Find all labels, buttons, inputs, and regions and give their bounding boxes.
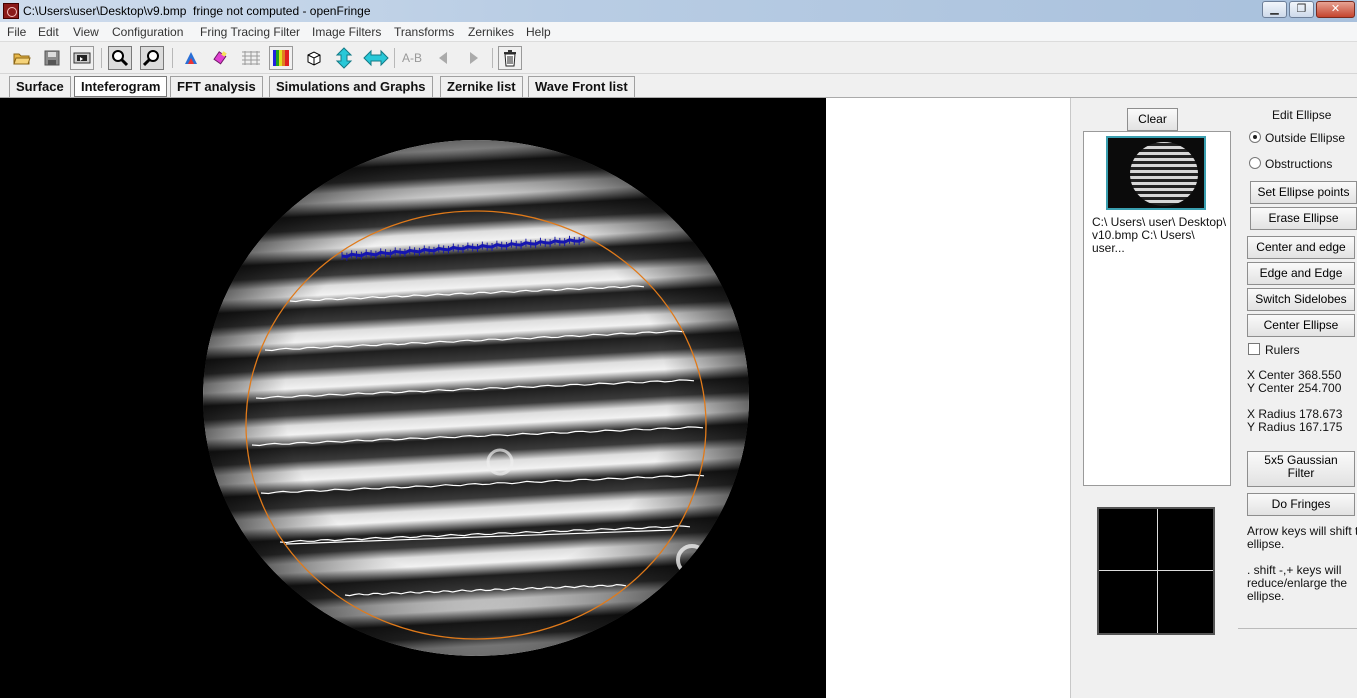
horizontal-arrow-icon[interactable] [362, 46, 390, 70]
obstructions-radio[interactable] [1249, 157, 1261, 169]
vertical-arrow-icon[interactable] [332, 46, 356, 70]
zoom-preview [1097, 507, 1215, 635]
x-radius-label: X Radius [1247, 407, 1296, 421]
x-center-value: 368.550 [1298, 368, 1342, 382]
tab-zernike-list[interactable]: Zernike list [440, 76, 523, 97]
image-list-text: C:\ Users\ user\ Desktop\ v10.bmp C:\ Us… [1092, 215, 1227, 255]
minimize-button[interactable]: ▁ [1262, 1, 1287, 18]
switch-sidelobes-button[interactable]: Switch Sidelobes [1247, 288, 1355, 311]
outside-ellipse-radio[interactable] [1249, 131, 1261, 143]
center-and-edge-button[interactable]: Center and edge [1247, 236, 1355, 259]
y-radius-label: Y Radius [1247, 420, 1296, 434]
shift-keys-hint: . shift -,+ keys will reduce/enlarge the… [1247, 563, 1348, 603]
clear-button[interactable]: Clear [1127, 108, 1178, 131]
menu-image-filters[interactable]: Image Filters [312, 25, 381, 39]
y-center-value: 254.700 [1298, 381, 1342, 395]
edit-ellipse-title: Edit Ellipse [1272, 108, 1332, 122]
back-arrow-icon[interactable] [431, 46, 455, 70]
menu-view[interactable]: View [73, 25, 99, 39]
zoom-out-icon[interactable] [140, 46, 164, 70]
rulers-label: Rulers [1265, 343, 1300, 357]
x-center-label: X Center [1247, 368, 1295, 382]
toolbar: A-B [0, 42, 1357, 74]
title-bar: C:\Users\user\Desktop\v9.bmp fringe not … [0, 0, 1357, 22]
menu-configuration[interactable]: Configuration [112, 25, 183, 39]
gaussian-filter-button[interactable]: 5x5 Gaussian Filter [1247, 451, 1355, 487]
edge-and-edge-button[interactable]: Edge and Edge [1247, 262, 1355, 285]
tab-wave-front-list[interactable]: Wave Front list [528, 76, 635, 97]
image-list[interactable]: C:\ Users\ user\ Desktop\ v10.bmp C:\ Us… [1083, 131, 1231, 486]
obstructions-label: Obstructions [1265, 157, 1333, 171]
maximize-button[interactable]: ❐ [1289, 1, 1314, 18]
set-ellipse-points-button[interactable]: Set Ellipse points [1250, 181, 1357, 204]
cube-icon[interactable] [302, 46, 326, 70]
menu-zernikes[interactable]: Zernikes [468, 25, 514, 39]
trash-icon[interactable] [498, 46, 522, 70]
arrow-keys-hint: Arrow keys will shift the ellipse. [1247, 524, 1357, 551]
close-button[interactable]: ✕ [1316, 1, 1355, 18]
erase-ellipse-button[interactable]: Erase Ellipse [1250, 207, 1357, 230]
center-ellipse-button[interactable]: Center Ellipse [1247, 314, 1355, 337]
print-icon[interactable] [70, 46, 94, 70]
save-icon[interactable] [40, 46, 64, 70]
image-thumbnail[interactable] [1106, 136, 1206, 210]
window-title: C:\Users\user\Desktop\v9.bmp fringe not … [23, 4, 371, 18]
interferogram-canvas[interactable] [0, 98, 826, 698]
image-whitespace [826, 98, 1070, 698]
menu-bar: File Edit View Configuration Fring Traci… [0, 22, 1357, 42]
zoom-in-icon[interactable] [108, 46, 132, 70]
menu-transforms[interactable]: Transforms [394, 25, 454, 39]
do-fringes-button[interactable]: Do Fringes [1247, 493, 1355, 516]
x-radius-value: 178.673 [1299, 407, 1343, 421]
fringe-disk [203, 140, 749, 656]
tab-simulations-and-graphs[interactable]: Simulations and Graphs [269, 76, 433, 97]
app-icon [3, 3, 19, 19]
ab-label: A-B [401, 51, 422, 65]
forward-arrow-icon[interactable] [462, 46, 486, 70]
ab-compare-icon[interactable]: A-B [399, 46, 425, 70]
tab-fft-analysis[interactable]: FFT analysis [170, 76, 263, 97]
menu-help[interactable]: Help [526, 25, 551, 39]
menu-edit[interactable]: Edit [38, 25, 59, 39]
open-folder-icon[interactable] [10, 46, 34, 70]
color-bars-icon[interactable] [269, 46, 293, 70]
menu-fring-tracing-filter[interactable]: Fring Tracing Filter [200, 25, 300, 39]
y-radius-value: 167.175 [1299, 420, 1343, 434]
outside-ellipse-label: Outside Ellipse [1265, 131, 1346, 145]
rulers-checkbox[interactable] [1248, 343, 1260, 355]
eraser-icon[interactable] [209, 46, 233, 70]
paint-icon[interactable] [179, 46, 203, 70]
tab-bar: Surface Inteferogram FFT analysis Simula… [0, 74, 1357, 98]
grid-icon[interactable] [239, 46, 263, 70]
tab-surface[interactable]: Surface [9, 76, 71, 97]
y-center-label: Y Center [1247, 381, 1295, 395]
tab-inteferogram[interactable]: Inteferogram [74, 76, 168, 97]
menu-file[interactable]: File [7, 25, 26, 39]
